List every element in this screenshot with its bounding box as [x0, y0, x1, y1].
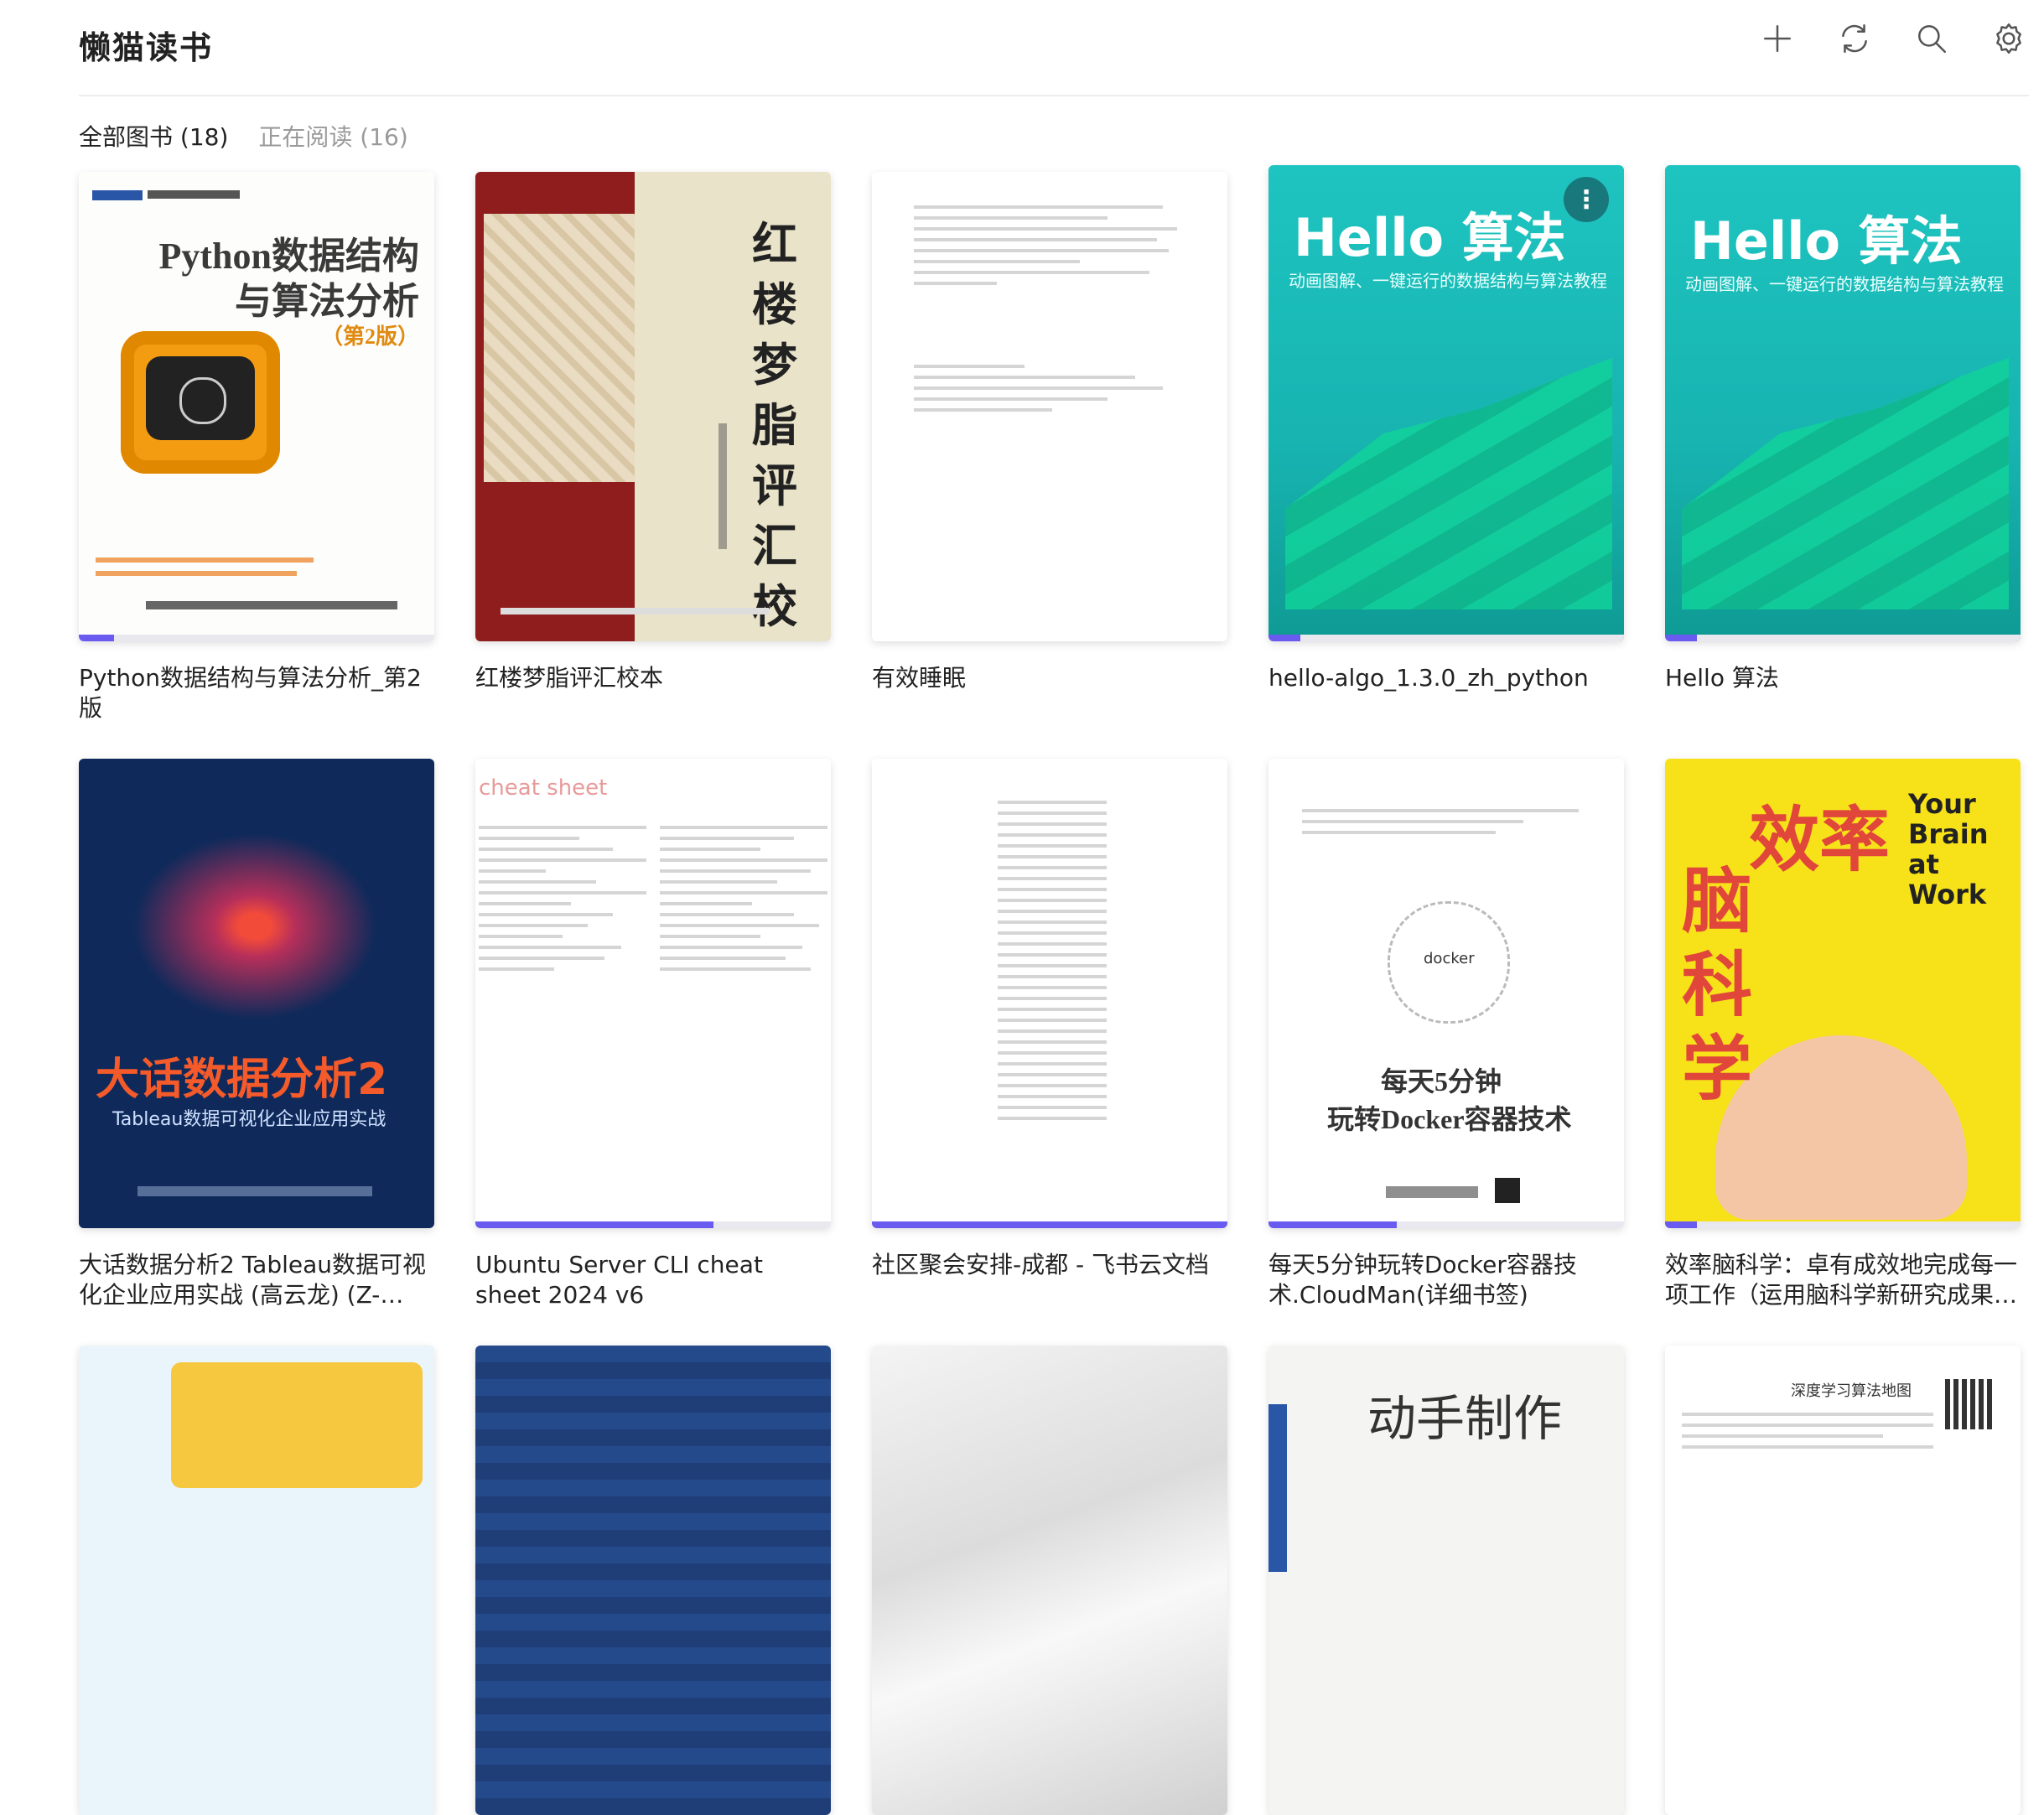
cover-title: 脑科学: [1682, 860, 1753, 1110]
book-cover[interactable]: [872, 1346, 1227, 1815]
book-title[interactable]: Hello 算法: [1665, 663, 2021, 693]
book-cover[interactable]: [79, 1346, 434, 1815]
cover-subtitle: Tableau数据可视化企业应用实战: [112, 1109, 386, 1130]
cover-english-title: Your Brain at Work: [1908, 788, 1989, 910]
cover-tv-illustration: [121, 331, 280, 474]
cover-docker-label: docker: [1424, 950, 1475, 967]
book-title[interactable]: 有效睡眠: [872, 663, 1227, 693]
book-title[interactable]: 大话数据分析2 Tableau数据可视化企业应用实战 (高云龙) (Z-Libr…: [79, 1250, 434, 1310]
book-cover[interactable]: [872, 172, 1227, 641]
tab-all-books[interactable]: 全部图书 (18): [79, 119, 228, 153]
cover-title: 大话数据分析2: [96, 1055, 388, 1105]
plus-icon: [1764, 25, 1791, 52]
app-title: 懒猫读书: [79, 29, 214, 66]
cover-title: Hello 算法: [1690, 210, 1963, 272]
book-title[interactable]: 每天5分钟玩转Docker容器技术.CloudMan(详细书签): [1268, 1250, 1624, 1310]
reading-progress: [1665, 1221, 2021, 1228]
book-cover[interactable]: Hello 算法 动画图解、一键运行的数据结构与算法教程 ⋮: [1268, 165, 1624, 641]
refresh-button[interactable]: [1834, 18, 1875, 59]
book-title[interactable]: 效率脑科学：卓有成效地完成每一项工作（运用脑科学新研究成果，提升工作效率）: [1665, 1250, 2021, 1310]
book-cover[interactable]: 效率 脑科学 Your Brain at Work: [1665, 759, 2021, 1228]
reading-progress: [79, 1221, 434, 1228]
reading-progress: [872, 1221, 1227, 1228]
cover-title: 效率: [1749, 799, 1891, 881]
cover-logo-art: [1682, 358, 2009, 609]
book-cover[interactable]: Hello 算法 动画图解、一键运行的数据结构与算法教程: [1665, 165, 2021, 641]
search-icon: [1918, 25, 1947, 54]
cover-title: 深度学习算法地图: [1791, 1382, 1912, 1400]
book-cover[interactable]: Python数据结构 与算法分析 （第2版）: [79, 172, 434, 641]
cover-logo-art: [1285, 358, 1612, 609]
book-cover[interactable]: docker 每天5分钟 玩转Docker容器技术: [1268, 759, 1624, 1228]
book-title[interactable]: hello-algo_1.3.0_zh_python: [1268, 663, 1624, 693]
cover-title: 每天5分钟: [1381, 1066, 1502, 1097]
book-cover[interactable]: [475, 1346, 831, 1815]
book-cover[interactable]: 深度学习算法地图: [1665, 1346, 2021, 1815]
cover-subtitle: 动画图解、一键运行的数据结构与算法教程: [1289, 271, 1607, 291]
cover-subtitle: （第2版）: [320, 324, 419, 349]
book-title[interactable]: 社区聚会安排-成都 - 飞书云文档: [872, 1250, 1227, 1280]
add-button[interactable]: [1757, 18, 1798, 59]
reading-progress: [475, 1221, 831, 1228]
reading-progress: [1665, 635, 2021, 641]
cover-painting: [484, 214, 635, 482]
cover-illustration: [171, 1362, 423, 1488]
toolbar: [1757, 18, 2029, 59]
book-cover[interactable]: 动手制作: [1268, 1346, 1624, 1815]
cover-text-lines: [914, 205, 1191, 293]
filter-tabs: 全部图书 (18) 正在阅读 (16): [79, 119, 408, 153]
header-divider: [79, 95, 2029, 96]
cover-title: 动手制作: [1367, 1390, 1563, 1447]
reading-progress: [872, 635, 1227, 641]
cover-title: cheat sheet: [479, 775, 608, 801]
reading-progress: [1268, 635, 1624, 641]
book-cover[interactable]: cheat sheet: [475, 759, 831, 1228]
more-options-button[interactable]: ⋮: [1564, 177, 1609, 222]
cover-text-lines: [998, 801, 1107, 1128]
settings-button[interactable]: [1989, 18, 2029, 59]
cover-title: 红楼梦脂评汇校本: [752, 217, 797, 641]
reading-progress: [475, 635, 831, 641]
cover-title: 与算法分析: [235, 281, 419, 322]
cover-title: 玩转Docker容器技术: [1327, 1104, 1572, 1134]
refresh-icon: [1842, 23, 1867, 54]
book-title[interactable]: 红楼梦脂评汇校本: [475, 663, 831, 693]
book-cover[interactable]: 大话数据分析2 Tableau数据可视化企业应用实战: [79, 759, 434, 1228]
search-button[interactable]: [1912, 18, 1952, 59]
reading-progress: [79, 635, 434, 641]
reading-progress: [1268, 1221, 1624, 1228]
book-title[interactable]: Python数据结构与算法分析_第2版: [79, 663, 434, 723]
gear-icon: [1996, 23, 2021, 54]
book-title[interactable]: Ubuntu Server CLI cheat sheet 2024 v6: [475, 1250, 831, 1310]
book-cover[interactable]: 红楼梦脂评汇校本: [475, 172, 831, 641]
tab-reading[interactable]: 正在阅读 (16): [258, 119, 407, 153]
book-cover[interactable]: [872, 759, 1227, 1228]
cover-title: Hello 算法: [1294, 207, 1566, 268]
cover-particle-art: [112, 817, 397, 1035]
cover-subtitle: 动画图解、一键运行的数据结构与算法教程: [1685, 274, 2004, 294]
